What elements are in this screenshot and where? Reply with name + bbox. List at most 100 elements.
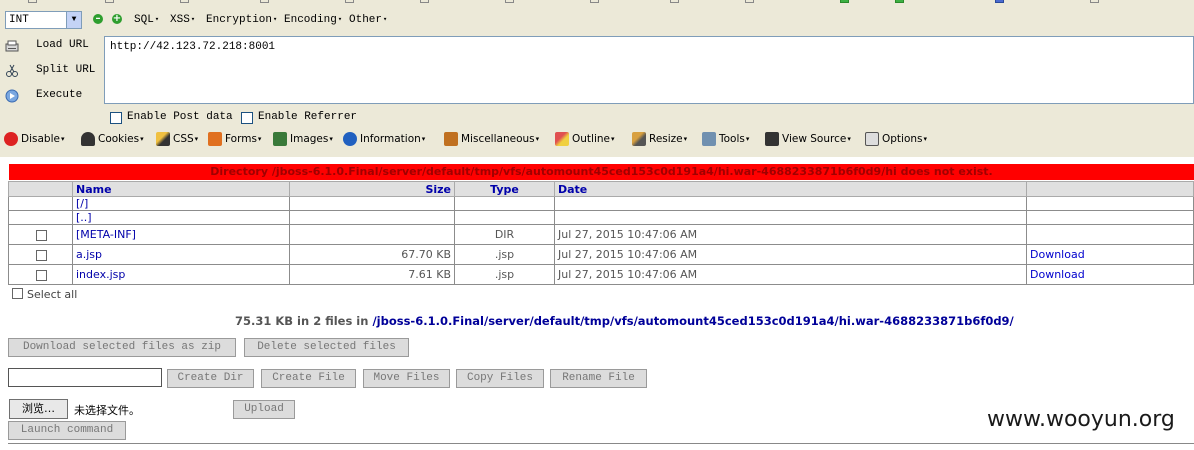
bookmark-item[interactable] xyxy=(505,0,517,6)
menu-encryption[interactable]: Encryption▾ xyxy=(206,14,277,26)
type-select[interactable]: INT ▼ xyxy=(5,11,82,29)
menu-other[interactable]: Other▾ xyxy=(349,14,387,26)
load-url-label: Load URL xyxy=(36,39,89,51)
load-url-button[interactable]: Load URL xyxy=(5,36,103,58)
plus-icon[interactable]: + xyxy=(112,14,122,24)
enable-post-checkbox[interactable] xyxy=(110,112,122,124)
wd-resize[interactable]: Resize▾ xyxy=(632,132,687,150)
file-size xyxy=(289,196,455,211)
bookmark-item[interactable] xyxy=(590,0,602,6)
image-icon xyxy=(273,132,287,146)
bookmark-item[interactable] xyxy=(745,0,757,6)
move-files-button[interactable]: Move Files xyxy=(363,369,450,388)
file-size xyxy=(289,210,455,225)
download-link[interactable]: Download xyxy=(1026,244,1194,265)
file-date xyxy=(554,196,1027,211)
wd-disable[interactable]: Disable▾ xyxy=(4,132,64,150)
wd-view-source[interactable]: View Source▾ xyxy=(765,132,851,150)
menu-encoding[interactable]: Encoding▾ xyxy=(284,14,342,26)
name-input[interactable] xyxy=(8,368,162,387)
file-link[interactable]: [META-INF] xyxy=(72,224,290,245)
enable-post-label: Enable Post data xyxy=(127,111,233,123)
hackbar-menu-row: INT ▼ – + SQL▾ XSS▾ Encryption▾ Encoding… xyxy=(0,10,1194,32)
browse-button[interactable]: 浏览… xyxy=(9,399,68,419)
bookmark-item[interactable] xyxy=(995,0,1007,6)
file-date: Jul 27, 2015 10:47:06 AM xyxy=(554,224,1027,245)
row-select xyxy=(8,264,73,285)
minus-icon[interactable]: – xyxy=(93,14,103,24)
file-size xyxy=(289,224,455,245)
wd-options[interactable]: Options▾ xyxy=(865,132,927,150)
wd-forms[interactable]: Forms▾ xyxy=(208,132,261,150)
file-date: Jul 27, 2015 10:47:06 AM xyxy=(554,244,1027,265)
wd-tools[interactable]: Tools▾ xyxy=(702,132,749,150)
create-dir-button[interactable]: Create Dir xyxy=(167,369,254,388)
create-file-button[interactable]: Create File xyxy=(261,369,356,388)
row-select xyxy=(8,224,73,245)
file-link[interactable]: [/] xyxy=(72,196,290,211)
wd-label: Information xyxy=(360,133,421,145)
download-zip-button[interactable]: Download selected files as zip xyxy=(8,338,236,357)
launch-command-button[interactable]: Launch command xyxy=(8,421,126,440)
wd-miscellaneous[interactable]: Miscellaneous▾ xyxy=(444,132,539,150)
split-url-button[interactable]: Split URL xyxy=(5,61,103,83)
url-textarea[interactable]: http://42.123.72.218:8001 xyxy=(104,36,1194,104)
bookmark-item[interactable] xyxy=(840,0,852,6)
wd-label: Cookies xyxy=(98,133,140,145)
row-checkbox[interactable] xyxy=(36,229,47,241)
bookmark-item[interactable] xyxy=(345,0,357,6)
error-banner: Directory /jboss-6.1.0.Final/server/defa… xyxy=(9,164,1194,180)
wd-information[interactable]: Information▾ xyxy=(343,132,425,150)
menu-label: Encryption xyxy=(206,14,273,26)
bookmark-item[interactable] xyxy=(105,0,117,6)
file-link[interactable]: index.jsp xyxy=(72,264,290,285)
menu-xss[interactable]: XSS▾ xyxy=(170,14,195,26)
header-name[interactable]: Name xyxy=(72,181,290,197)
wd-outline[interactable]: Outline▾ xyxy=(555,132,615,150)
menu-sql[interactable]: SQL▾ xyxy=(134,14,159,26)
header-date[interactable]: Date xyxy=(554,181,1027,197)
execute-label: Execute xyxy=(36,89,83,101)
file-date xyxy=(554,210,1027,225)
bookmark-item[interactable] xyxy=(28,0,40,6)
bookmark-item[interactable] xyxy=(260,0,272,6)
download-link[interactable]: Download xyxy=(1026,264,1194,285)
menu-label: Other xyxy=(349,14,383,26)
file-type xyxy=(454,196,555,211)
row-checkbox[interactable] xyxy=(36,269,47,281)
wd-images[interactable]: Images▾ xyxy=(273,132,333,150)
header-size[interactable]: Size xyxy=(289,181,455,197)
execute-button[interactable]: Execute xyxy=(5,86,103,108)
bookmark-item[interactable] xyxy=(895,0,907,6)
rename-file-button[interactable]: Rename File xyxy=(550,369,647,388)
table-row: a.jsp 67.70 KB .jsp Jul 27, 2015 10:47:0… xyxy=(8,244,1194,265)
delete-selected-button[interactable]: Delete selected files xyxy=(244,338,409,357)
select-all-checkbox[interactable] xyxy=(12,288,23,299)
file-link[interactable]: a.jsp xyxy=(72,244,290,265)
select-all[interactable]: Select all xyxy=(12,288,77,301)
download-link xyxy=(1026,210,1194,225)
file-type: DIR xyxy=(454,224,555,245)
bookmark-item[interactable] xyxy=(420,0,432,6)
wd-cookies[interactable]: Cookies▾ xyxy=(81,132,144,150)
upload-button[interactable]: Upload xyxy=(233,400,295,419)
outline-icon xyxy=(555,132,569,146)
bookmark-item[interactable] xyxy=(670,0,682,6)
bookmark-item[interactable] xyxy=(1090,0,1102,6)
wd-css[interactable]: CSS▾ xyxy=(156,132,198,150)
table-row: index.jsp 7.61 KB .jsp Jul 27, 2015 10:4… xyxy=(8,264,1194,285)
file-size: 67.70 KB xyxy=(289,244,455,265)
wd-label: Tools xyxy=(719,133,745,145)
copy-files-button[interactable]: Copy Files xyxy=(456,369,544,388)
row-checkbox[interactable] xyxy=(36,249,47,261)
download-link xyxy=(1026,224,1194,245)
browser-toolbar-area: INT ▼ – + SQL▾ XSS▾ Encryption▾ Encoding… xyxy=(0,0,1194,157)
header-type[interactable]: Type xyxy=(454,181,555,197)
wd-label: Options xyxy=(882,133,923,145)
file-link[interactable]: [..] xyxy=(72,210,290,225)
bookmark-item[interactable] xyxy=(180,0,192,6)
file-type: .jsp xyxy=(454,264,555,285)
summary-path-link[interactable]: /jboss-6.1.0.Final/server/default/tmp/vf… xyxy=(372,314,1013,328)
file-type xyxy=(454,210,555,225)
enable-referrer-checkbox[interactable] xyxy=(241,112,253,124)
